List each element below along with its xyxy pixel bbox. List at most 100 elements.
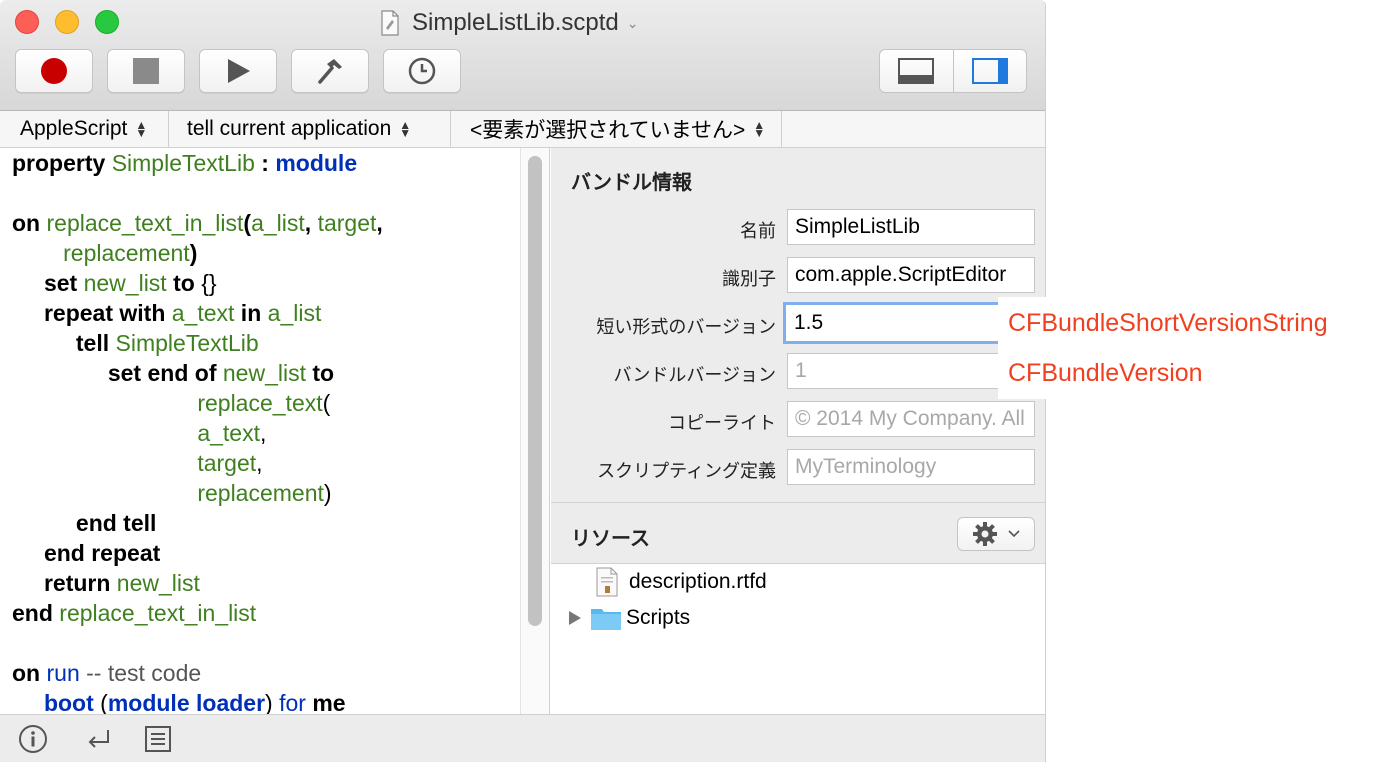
scrollbar-thumb[interactable]: [528, 156, 542, 626]
identifier-label: 識別子: [722, 269, 776, 289]
code-token: a_text: [171, 300, 235, 326]
gear-icon: [973, 522, 997, 546]
code-line[interactable]: [12, 178, 383, 208]
resources-list: description.rtfd Scripts: [551, 564, 1045, 714]
code-token: SimpleTextLib: [115, 330, 259, 356]
show-log-pane-button[interactable]: [880, 50, 954, 92]
list-log-icon[interactable]: [143, 724, 173, 754]
name-label: 名前: [740, 221, 776, 241]
code-token: set end of: [12, 360, 223, 386]
code-line[interactable]: [12, 628, 383, 658]
code-line[interactable]: end replace_text_in_list: [12, 598, 383, 628]
code-token: tell: [12, 330, 116, 356]
list-item[interactable]: description.rtfd: [551, 565, 1045, 599]
close-window-button[interactable]: [15, 10, 39, 34]
script-code[interactable]: property SimpleTextLib : module on repla…: [12, 148, 383, 714]
code-token: set: [12, 270, 84, 296]
disclosure-triangle-icon[interactable]: [568, 610, 582, 626]
code-token: new_list: [222, 360, 306, 386]
short-version-key-callout: CFBundleShortVersionString: [998, 297, 1378, 349]
resources-header: リソース: [571, 528, 650, 550]
name-field[interactable]: SimpleListLib: [787, 209, 1035, 245]
resource-name: description.rtfd: [629, 570, 767, 593]
compile-button[interactable]: [291, 49, 369, 93]
code-line[interactable]: target,: [12, 448, 383, 478]
target-popup[interactable]: tell current application ▲ ▼: [179, 111, 451, 147]
code-line[interactable]: property SimpleTextLib : module: [12, 148, 383, 178]
status-bar: [0, 714, 1045, 762]
side-pane-icon: [971, 58, 1008, 84]
code-token: replace_text_in_list: [46, 210, 244, 236]
stop-icon: [133, 58, 159, 84]
code-line[interactable]: repeat with a_text in a_list: [12, 298, 383, 328]
list-item[interactable]: Scripts: [551, 601, 1045, 635]
code-token: in: [234, 300, 268, 326]
return-icon[interactable]: [84, 724, 114, 754]
minimize-window-button[interactable]: [55, 10, 79, 34]
code-line[interactable]: boot (module loader) for me: [12, 688, 383, 714]
code-token: end tell: [12, 510, 157, 536]
view-toggle-segmented: [879, 49, 1027, 93]
identifier-field[interactable]: com.apple.ScriptEditor: [787, 257, 1035, 293]
code-line[interactable]: return new_list: [12, 568, 383, 598]
element-value: <要素が選択されていません>: [470, 119, 746, 142]
code-token: :: [254, 150, 276, 176]
code-token: new_list: [83, 270, 167, 296]
code-token: ,: [304, 210, 318, 236]
record-button[interactable]: [15, 49, 93, 93]
code-line[interactable]: replace_text(: [12, 388, 383, 418]
terminology-field[interactable]: MyTerminology: [787, 449, 1035, 485]
code-line[interactable]: tell SimpleTextLib: [12, 328, 383, 358]
stop-button[interactable]: [107, 49, 185, 93]
code-line[interactable]: end tell: [12, 508, 383, 538]
window-title[interactable]: SimpleListLib.scptd ⌄: [380, 6, 639, 40]
language-value: AppleScript: [20, 117, 128, 140]
code-line[interactable]: on run -- test code: [12, 658, 383, 688]
record-icon: [41, 58, 67, 84]
script-editor-window: SimpleListLib.scptd ⌄ AppleScript ▲ ▼ te…: [0, 0, 1046, 762]
updown-arrow-icon: ▲ ▼: [753, 118, 766, 140]
bottom-pane-icon: [898, 58, 935, 84]
code-line[interactable]: a_text,: [12, 418, 383, 448]
folder-icon: [591, 609, 621, 630]
editor-scrollbar[interactable]: [520, 148, 550, 714]
clock-icon: [408, 57, 436, 85]
code-token: property: [12, 150, 112, 176]
copyright-field[interactable]: © 2014 My Company. All: [787, 401, 1035, 437]
code-token: SimpleTextLib: [111, 150, 255, 176]
code-line[interactable]: replacement): [12, 478, 383, 508]
code-token: me: [305, 690, 346, 714]
bundle-version-key-callout: CFBundleVersion: [998, 347, 1378, 399]
show-inspector-button[interactable]: [954, 50, 1027, 92]
code-token: ,: [376, 210, 383, 236]
code-token: a_text: [197, 420, 260, 446]
code-token: repeat with: [12, 300, 172, 326]
code-line[interactable]: end repeat: [12, 538, 383, 568]
title-chevron-icon[interactable]: ⌄: [627, 15, 639, 32]
code-token: -- test code: [79, 660, 202, 686]
code-line[interactable]: replacement): [12, 238, 383, 268]
code-token: to: [166, 270, 202, 296]
info-icon[interactable]: [18, 724, 48, 754]
language-popup[interactable]: AppleScript ▲ ▼: [12, 111, 169, 147]
play-icon: [228, 59, 250, 83]
code-token: on: [12, 660, 47, 686]
code-line[interactable]: set new_list to {}: [12, 268, 383, 298]
run-button[interactable]: [199, 49, 277, 93]
zoom-window-button[interactable]: [95, 10, 119, 34]
element-popup[interactable]: <要素が選択されていません> ▲ ▼: [462, 111, 782, 147]
bundle-inspector: バンドル情報 名前 SimpleListLib 識別子 com.apple.Sc…: [551, 148, 1045, 714]
code-line[interactable]: on replace_text_in_list(a_list, target,: [12, 208, 383, 238]
script-editor-pane[interactable]: property SimpleTextLib : module on repla…: [0, 148, 520, 714]
title-toolbar-area: SimpleListLib.scptd ⌄: [0, 0, 1045, 111]
log-history-button[interactable]: [383, 49, 461, 93]
updown-arrow-icon: ▲ ▼: [399, 118, 412, 140]
code-token: target: [317, 210, 377, 236]
code-token: (: [322, 390, 331, 416]
resources-action-menu[interactable]: [957, 517, 1035, 551]
code-line[interactable]: set end of new_list to: [12, 358, 383, 388]
hammer-icon: [318, 59, 342, 84]
code-token: module: [275, 150, 358, 176]
